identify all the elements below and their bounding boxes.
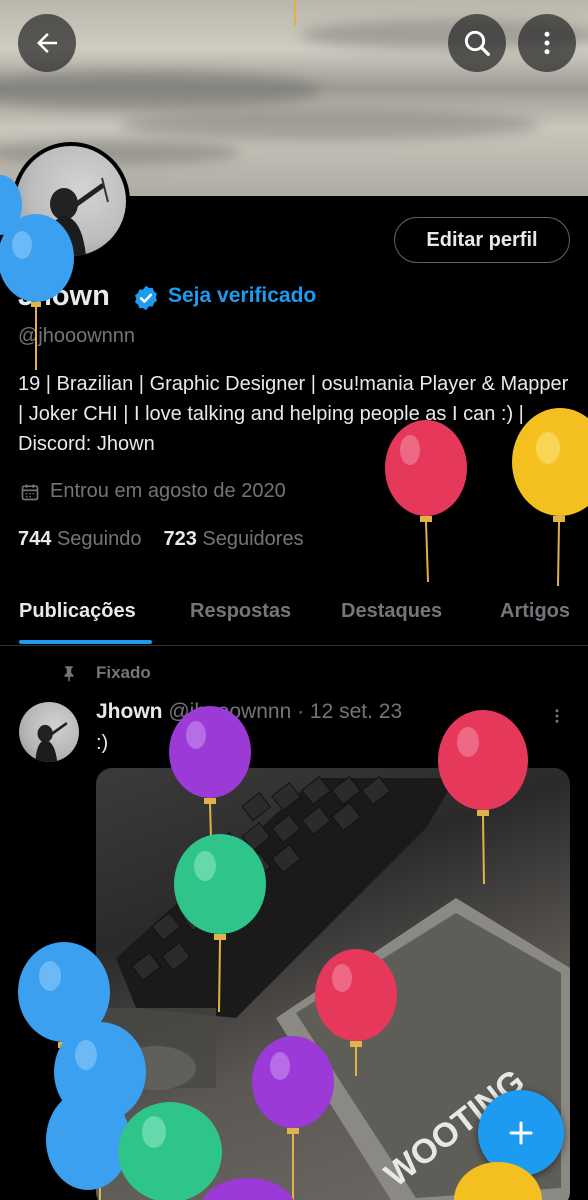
tab-highlights[interactable]: Destaques bbox=[341, 600, 442, 623]
post-author-avatar[interactable] bbox=[19, 702, 79, 762]
followers-count: 723 bbox=[163, 528, 197, 550]
profile-name: Jhown bbox=[18, 280, 110, 312]
post-text: :) bbox=[96, 732, 109, 754]
tab-posts[interactable]: Publicações bbox=[19, 600, 136, 623]
verified-badge-icon bbox=[135, 285, 157, 311]
search-icon bbox=[464, 30, 490, 56]
post-meta: @jhooownnn · 12 set. 23 bbox=[168, 700, 403, 723]
profile-tabs: Publicações Respostas Destaques Artigos bbox=[0, 586, 588, 646]
active-tab-indicator bbox=[19, 640, 152, 644]
profile-stats: 744 Seguindo 723 Seguidores bbox=[18, 528, 304, 551]
avatar-silhouette-icon bbox=[35, 722, 68, 762]
pinned-indicator: Fixado bbox=[60, 663, 151, 683]
joined-date: Entrou em agosto de 2020 bbox=[20, 480, 286, 503]
more-vertical-icon bbox=[544, 31, 550, 55]
post-author-name[interactable]: Jhown bbox=[96, 700, 163, 723]
search-button[interactable] bbox=[448, 14, 506, 72]
compose-post-button[interactable] bbox=[478, 1090, 564, 1176]
joined-text: Entrou em agosto de 2020 bbox=[50, 480, 286, 502]
avatar-silhouette-icon bbox=[46, 177, 109, 256]
plus-icon bbox=[509, 1121, 533, 1145]
post-more-icon[interactable] bbox=[548, 704, 566, 728]
back-button[interactable] bbox=[18, 14, 76, 72]
arrow-left-icon bbox=[37, 33, 57, 53]
profile-bio: 19 | Brazilian | Graphic Designer | osu!… bbox=[18, 373, 569, 455]
profile-avatar[interactable] bbox=[12, 142, 130, 260]
followers-link[interactable]: 723 Seguidores bbox=[163, 528, 303, 550]
pinned-label: Fixado bbox=[96, 663, 151, 682]
following-link[interactable]: 744 Seguindo bbox=[18, 528, 141, 550]
profile-handle: @jhooownnn bbox=[18, 325, 136, 347]
pin-icon bbox=[64, 666, 74, 682]
following-count: 744 bbox=[18, 528, 52, 550]
followers-label: Seguidores bbox=[202, 528, 304, 550]
post-header: Jhown @jhooownnn · 12 set. 23 bbox=[96, 700, 402, 724]
tab-replies[interactable]: Respostas bbox=[190, 600, 291, 623]
more-options-button[interactable] bbox=[518, 14, 576, 72]
tab-articles[interactable]: Artigos bbox=[500, 600, 570, 623]
following-label: Seguindo bbox=[56, 528, 142, 550]
edit-profile-button[interactable]: Editar perfil bbox=[394, 217, 570, 263]
get-verified-link[interactable]: Seja verificado bbox=[168, 284, 316, 308]
calendar-icon bbox=[21, 484, 39, 500]
